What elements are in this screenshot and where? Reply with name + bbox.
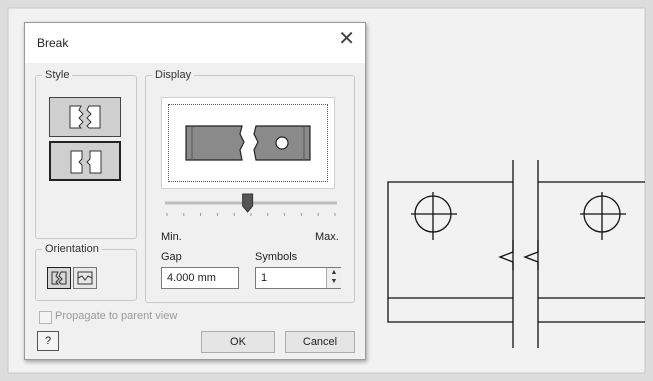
symbols-spinner[interactable]: ▲ ▼ [326,268,341,288]
ok-button[interactable]: OK [201,331,275,353]
vertical-orientation-icon [77,271,93,285]
rectangular-break-style-icon [69,105,101,129]
spinner-up-icon[interactable]: ▲ [327,268,341,277]
break-gap-slider[interactable] [161,191,341,219]
style-group-label: Style [45,69,70,81]
slider-min-label: Min. [161,231,182,243]
symbols-label: Symbols [255,251,298,263]
horizontal-orientation-icon [51,271,67,285]
structural-break-style-icon [70,150,102,174]
propagate-checkbox[interactable] [39,311,52,324]
structural-break-style-button[interactable] [49,141,121,181]
display-group-label: Display [155,69,192,81]
help-icon[interactable]: ? [37,331,59,351]
close-icon[interactable]: ✕ [338,29,355,49]
break-dialog: Break ✕ Style Orientation Display Min. M… [24,22,366,360]
rectangular-break-style-button[interactable] [49,97,121,137]
spinner-down-icon[interactable]: ▼ [327,277,341,286]
break-preview-drawing [185,125,311,161]
slider-max-label: Max. [315,231,339,243]
gap-input[interactable] [161,267,239,289]
cancel-button[interactable]: Cancel [285,331,355,353]
dialog-title: Break [37,36,69,50]
propagate-label: Propagate to parent view [55,310,178,322]
gap-label: Gap [161,251,182,263]
orientation-group-label: Orientation [45,243,99,255]
slider-thumb[interactable] [242,193,254,213]
horizontal-orientation-button[interactable] [47,267,71,289]
title-bar: Break ✕ [25,23,365,63]
break-preview [161,97,335,189]
vertical-orientation-button[interactable] [73,267,97,289]
